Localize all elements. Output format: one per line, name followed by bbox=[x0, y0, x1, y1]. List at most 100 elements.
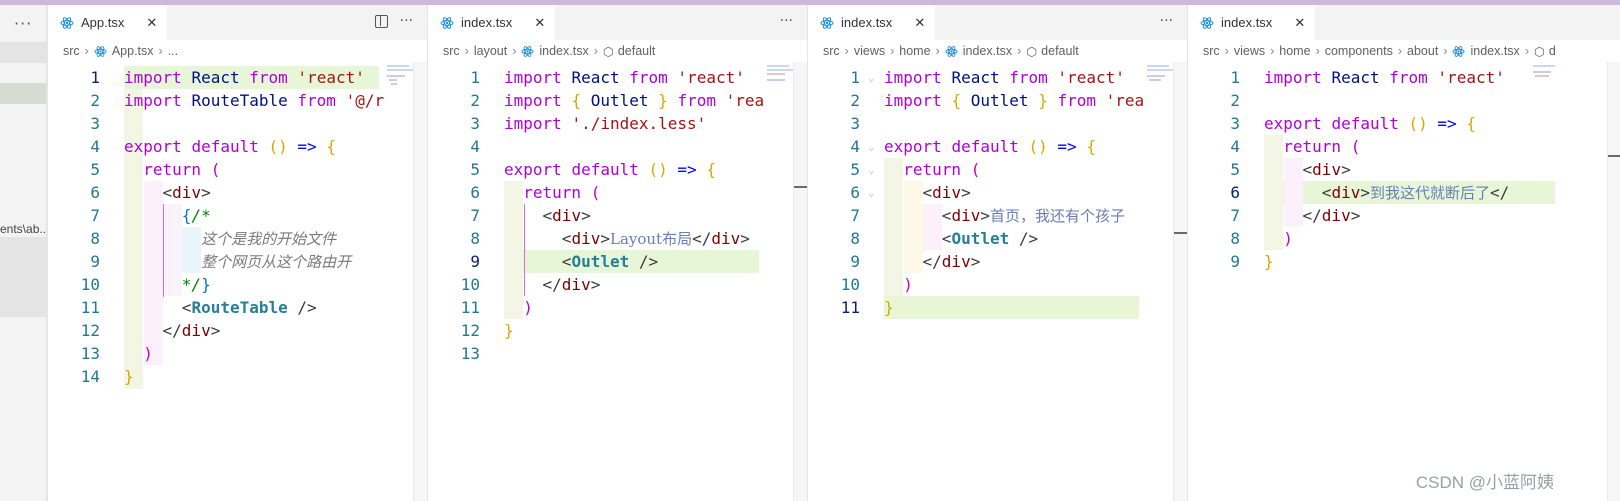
code-line: 1 import React from 'react' bbox=[470, 68, 745, 87]
breadcrumb-item[interactable]: App.tsx bbox=[112, 44, 154, 58]
code-editor[interactable]: 1 import React from 'react' 2 import Route… bbox=[48, 62, 427, 501]
react-icon bbox=[1200, 16, 1214, 29]
close-icon[interactable]: ✕ bbox=[534, 15, 545, 31]
breadcrumb-item[interactable]: src bbox=[443, 44, 460, 58]
close-icon[interactable]: ✕ bbox=[1294, 15, 1305, 31]
code-line: 3 bbox=[90, 114, 100, 133]
code-line: 3 import './index.less' bbox=[470, 114, 707, 133]
editor-pane-2: index.tsx ✕ ··· src › layout › index.tsx › … bbox=[427, 5, 807, 501]
chevron-right-icon: › bbox=[84, 44, 89, 58]
chevron-right-icon: › bbox=[935, 44, 940, 58]
breadcrumb: src › views › home › components › about › ind… bbox=[1188, 40, 1620, 62]
tab-app-tsx[interactable]: App.tsx ✕ bbox=[48, 5, 168, 40]
tab-actions: ··· bbox=[1160, 13, 1173, 29]
react-icon bbox=[945, 45, 958, 57]
breadcrumb: src › views › home › index.tsx › ⬡ default bbox=[808, 40, 1187, 62]
chevron-right-icon: › bbox=[158, 44, 163, 58]
code-line: 1 import React from 'react' bbox=[90, 68, 365, 87]
code-line: 3 bbox=[850, 114, 860, 133]
code-line: 9 </div> bbox=[850, 252, 981, 271]
more-actions-icon[interactable]: ··· bbox=[780, 13, 793, 29]
more-actions-icon[interactable]: ··· bbox=[400, 13, 413, 29]
sidebar-row-selected[interactable] bbox=[0, 83, 46, 104]
code-line: 8 这个是我的开始文件 bbox=[90, 229, 337, 248]
scrollbar[interactable] bbox=[793, 62, 807, 501]
breadcrumb-item[interactable]: src bbox=[63, 44, 80, 58]
code-line: 13 bbox=[460, 344, 480, 363]
breadcrumb-item[interactable]: src bbox=[823, 44, 840, 58]
code-line: 9 整个网页从这个路由开 bbox=[90, 252, 352, 271]
more-actions-icon[interactable]: ··· bbox=[1160, 13, 1173, 29]
code-line: 4 bbox=[470, 137, 480, 156]
tab-bar: App.tsx ✕ ··· bbox=[48, 5, 427, 40]
more-actions-icon[interactable]: ··· bbox=[14, 14, 32, 33]
tab-index-tsx[interactable]: index.tsx ✕ bbox=[428, 5, 556, 40]
chevron-right-icon: › bbox=[1443, 44, 1448, 58]
minimap[interactable] bbox=[1531, 62, 1571, 501]
chevron-right-icon: › bbox=[1270, 44, 1275, 58]
breadcrumb-item[interactable]: default bbox=[618, 44, 656, 58]
breadcrumb-item[interactable]: ... bbox=[168, 44, 178, 58]
code-line: 12} bbox=[460, 321, 514, 340]
react-icon bbox=[820, 16, 834, 29]
chevron-right-icon: › bbox=[1224, 44, 1229, 58]
chevron-right-icon: › bbox=[1315, 44, 1320, 58]
breadcrumb-item[interactable]: home bbox=[1279, 44, 1310, 58]
code-line: 9 <Outlet /> bbox=[470, 252, 659, 271]
code-line: 10 </div> bbox=[460, 275, 601, 294]
code-line: 11 <RouteTable /> bbox=[80, 298, 317, 317]
close-icon[interactable]: ✕ bbox=[914, 15, 925, 31]
code-line: 2 import { Outlet } from 'rea bbox=[850, 91, 1145, 110]
code-line: 7 {/* bbox=[90, 206, 211, 225]
react-icon bbox=[440, 16, 454, 29]
editor-pane-1: App.tsx ✕ ··· src › App.tsx › ... 1 import … bbox=[47, 5, 427, 501]
code-editor[interactable]: ⌄ ⌄ ⌄ ⌄ 1 import React from 'react' 2 impo… bbox=[808, 62, 1187, 501]
close-icon[interactable]: ✕ bbox=[146, 15, 157, 31]
react-icon bbox=[60, 16, 74, 29]
breadcrumb-item[interactable]: d bbox=[1549, 44, 1556, 58]
chevron-right-icon: › bbox=[464, 44, 469, 58]
explorer-sidebar: ··· ents\ab... bbox=[0, 5, 47, 501]
breadcrumb: src › App.tsx › ... bbox=[48, 40, 427, 62]
breadcrumb-item[interactable]: home bbox=[899, 44, 930, 58]
cube-icon: ⬡ bbox=[1533, 44, 1545, 59]
breadcrumb: src › layout › index.tsx › ⬡ default bbox=[428, 40, 807, 62]
code-editor[interactable]: 1 import React from 'react' 2 import { Out… bbox=[428, 62, 807, 501]
code-line: 1 import React from 'react' bbox=[850, 68, 1125, 87]
tab-index-tsx[interactable]: index.tsx ✕ bbox=[808, 5, 936, 40]
scrollbar[interactable] bbox=[1607, 62, 1620, 501]
code-line: 5 export default () => { bbox=[470, 160, 716, 179]
tab-index-tsx[interactable]: index.tsx ✕ bbox=[1188, 5, 1316, 40]
code-line: 10 ) bbox=[840, 275, 913, 294]
chevron-right-icon: › bbox=[1397, 44, 1403, 58]
code-line: 12 </div> bbox=[80, 321, 221, 340]
code-line: 7 <div>首页，我还有个孩子 bbox=[850, 206, 1125, 225]
breadcrumb-item[interactable]: components bbox=[1325, 44, 1393, 58]
react-icon bbox=[94, 45, 107, 57]
breadcrumb-item[interactable]: index.tsx bbox=[963, 44, 1012, 58]
breadcrumb-item[interactable]: views bbox=[854, 44, 885, 58]
tab-label: index.tsx bbox=[841, 15, 893, 30]
tab-label: index.tsx bbox=[1221, 15, 1273, 30]
sidebar-row-group[interactable] bbox=[0, 237, 46, 317]
cube-icon: ⬡ bbox=[1026, 44, 1038, 59]
code-line: 7 <div> bbox=[470, 206, 591, 225]
sidebar-row[interactable] bbox=[0, 42, 46, 63]
scrollbar[interactable] bbox=[413, 62, 427, 501]
breadcrumb-item[interactable]: index.tsx bbox=[539, 44, 588, 58]
chevron-right-icon: › bbox=[890, 44, 895, 58]
split-editor-icon[interactable] bbox=[374, 14, 388, 28]
code-line: 11} bbox=[840, 298, 894, 317]
code-line: 11 ) bbox=[460, 298, 533, 317]
breadcrumb-item[interactable]: views bbox=[1234, 44, 1265, 58]
code-line: 6 <div> bbox=[850, 183, 971, 202]
breadcrumb-item[interactable]: about bbox=[1407, 44, 1438, 58]
code-line: 5 return ( bbox=[850, 160, 981, 179]
sidebar-path-fragment[interactable]: ents\ab... bbox=[0, 222, 46, 236]
breadcrumb-item[interactable]: default bbox=[1041, 44, 1079, 58]
scrollbar[interactable] bbox=[1173, 62, 1187, 501]
code-line: 6 return ( bbox=[470, 183, 601, 202]
breadcrumb-item[interactable]: index.tsx bbox=[1470, 44, 1519, 58]
breadcrumb-item[interactable]: layout bbox=[474, 44, 507, 58]
breadcrumb-item[interactable]: src bbox=[1203, 44, 1220, 58]
